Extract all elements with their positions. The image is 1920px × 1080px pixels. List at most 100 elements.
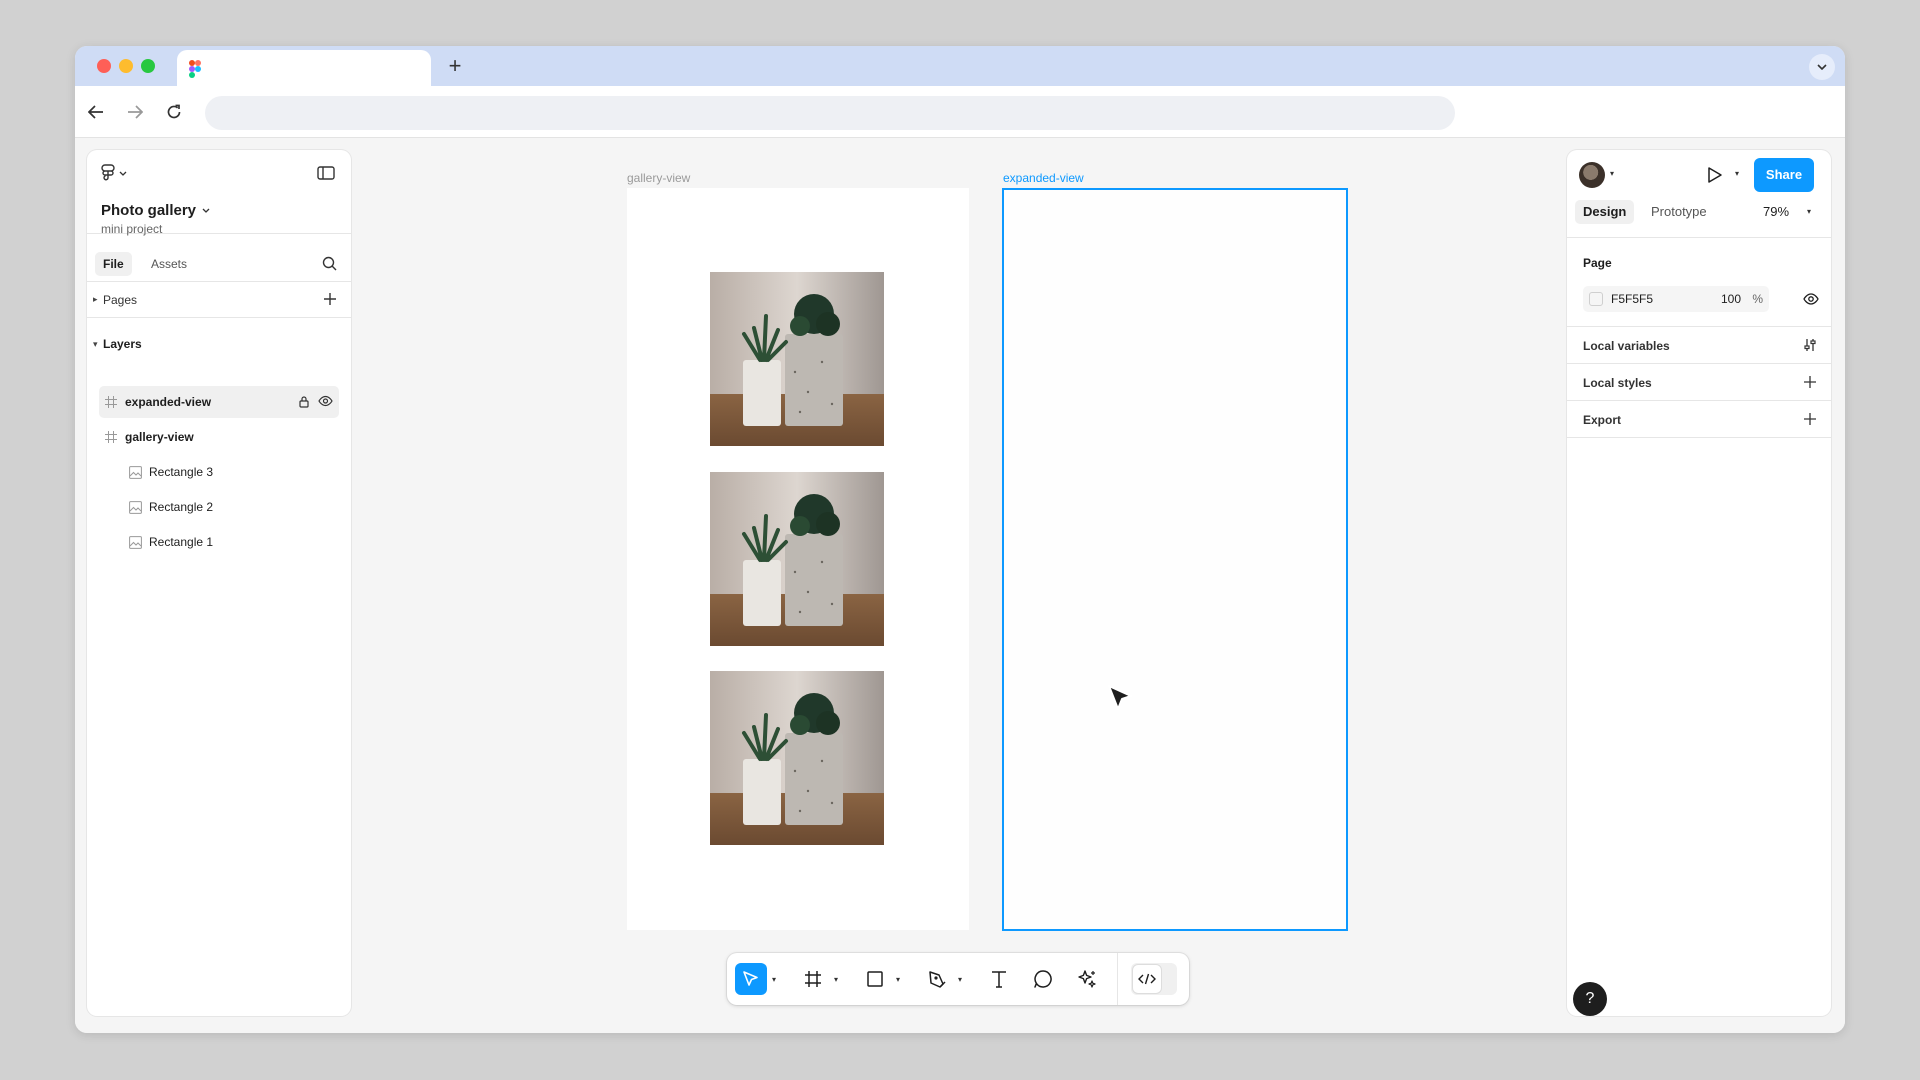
file-header: Photo gallery mini project [87, 150, 351, 236]
arrow-right-icon [128, 105, 143, 119]
dev-mode-toggle[interactable] [1131, 963, 1177, 995]
design-canvas[interactable]: Photo gallery mini project File Assets ▸… [75, 138, 1845, 1033]
search-icon [322, 256, 337, 271]
main-menu-button[interactable] [101, 164, 127, 182]
figma-logo-icon [189, 60, 201, 78]
frame-tool-button[interactable] [797, 963, 829, 995]
layer-rectangle-3[interactable]: Rectangle 3 [99, 456, 339, 488]
chevron-down-icon: ▾ [93, 338, 98, 349]
export-section[interactable]: Export [1567, 400, 1831, 437]
lock-icon[interactable] [298, 395, 310, 408]
open-variables-button[interactable] [1803, 338, 1817, 355]
pages-section[interactable]: ▸ Pages [87, 282, 351, 318]
project-subtitle: mini project [101, 222, 163, 236]
text-icon [992, 971, 1006, 988]
chevron-down-icon[interactable]: ▾ [1735, 169, 1739, 178]
rectangle-1-image[interactable] [710, 671, 884, 845]
reload-button[interactable] [161, 99, 187, 125]
layer-rectangle-1[interactable]: Rectangle 1 [99, 526, 339, 558]
close-window-button[interactable] [97, 59, 111, 73]
page-opacity-value[interactable]: 100 [1721, 292, 1741, 306]
layer-name: gallery-view [125, 430, 194, 444]
section-divider [1567, 437, 1831, 474]
move-tool-chevron[interactable]: ▾ [769, 975, 779, 985]
plus-icon [324, 293, 336, 305]
toggle-sidebar-button[interactable] [317, 166, 335, 185]
share-button[interactable]: Share [1754, 158, 1814, 192]
frame-gallery-view[interactable] [627, 188, 969, 930]
frame-label-expanded-view[interactable]: expanded-view [1003, 171, 1084, 185]
reload-icon [167, 104, 181, 119]
tab-assets[interactable]: Assets [143, 252, 195, 276]
chevron-down-icon [1817, 64, 1827, 70]
frame-icon [105, 396, 117, 408]
rectangle-icon [867, 971, 883, 987]
avatar[interactable] [1579, 162, 1605, 188]
browser-tab-bar: + [75, 46, 1845, 86]
layer-name: Rectangle 1 [149, 535, 214, 549]
help-button[interactable]: ? [1573, 982, 1607, 1016]
frame-icon [105, 431, 117, 443]
maximize-window-button[interactable] [141, 59, 155, 73]
layer-name: Rectangle 2 [149, 500, 214, 514]
move-tool-button[interactable] [735, 963, 767, 995]
ai-actions-button[interactable] [1071, 963, 1103, 995]
rectangle-2-image[interactable] [710, 472, 884, 646]
rectangle-3-image[interactable] [710, 272, 884, 446]
browser-window: + Photo gallery mini project File Assets… [75, 46, 1845, 1033]
layers-section[interactable]: ▾ Layers [87, 326, 351, 362]
layers-panel: Photo gallery mini project File Assets ▸… [87, 150, 351, 1016]
properties-panel: ▾ ▾ Share Design Prototype 79% ▾ Page F5… [1567, 150, 1831, 1016]
export-label: Export [1583, 413, 1622, 427]
add-page-button[interactable] [323, 292, 337, 309]
eye-icon[interactable] [318, 395, 333, 407]
add-export-button[interactable] [1803, 412, 1817, 429]
tab-design[interactable]: Design [1575, 200, 1635, 224]
shape-tool-chevron[interactable]: ▾ [893, 975, 903, 985]
zoom-level[interactable]: 79% [1763, 204, 1789, 219]
minimize-window-button[interactable] [119, 59, 133, 73]
pen-tool-button[interactable] [921, 963, 953, 995]
sparkle-icon [1078, 970, 1096, 988]
tab-prototype[interactable]: Prototype [1643, 200, 1715, 224]
layer-name: Rectangle 3 [149, 465, 214, 479]
present-button[interactable] [1707, 166, 1723, 189]
layer-expanded-view[interactable]: expanded-view [99, 386, 339, 418]
forward-button[interactable] [122, 99, 148, 125]
color-swatch[interactable] [1589, 292, 1603, 306]
layer-rectangle-2[interactable]: Rectangle 2 [99, 491, 339, 523]
mouse-cursor-icon [1108, 685, 1132, 710]
layer-gallery-view[interactable]: gallery-view [99, 421, 339, 453]
code-icon [1138, 973, 1156, 985]
chevron-down-icon[interactable]: ▾ [1610, 169, 1614, 178]
pages-label: Pages [103, 292, 138, 307]
tab-menu-button[interactable] [1809, 54, 1835, 80]
browser-tab[interactable] [177, 50, 431, 86]
page-visibility-button[interactable] [1803, 292, 1819, 310]
page-section-title: Page [1583, 256, 1612, 270]
add-style-button[interactable] [1803, 375, 1817, 392]
page-opacity-field[interactable]: 100 % [1715, 286, 1769, 312]
shape-tool-button[interactable] [859, 963, 891, 995]
local-styles-section[interactable]: Local styles [1567, 363, 1831, 400]
pen-tool-chevron[interactable]: ▾ [955, 975, 965, 985]
tab-file[interactable]: File [95, 252, 132, 276]
address-bar[interactable] [205, 96, 1455, 130]
frame-expanded-view[interactable] [1002, 188, 1348, 931]
arrow-left-icon [88, 105, 103, 119]
project-title[interactable]: Photo gallery [101, 202, 210, 219]
chevron-down-icon[interactable]: ▾ [1807, 207, 1811, 216]
plus-icon [1804, 376, 1816, 388]
sidebar-icon [317, 166, 335, 180]
comment-tool-button[interactable] [1027, 963, 1059, 995]
frame-tool-chevron[interactable]: ▾ [831, 975, 841, 985]
page-color-hex[interactable]: F5F5F5 [1611, 292, 1653, 306]
search-layers-button[interactable] [322, 256, 337, 276]
back-button[interactable] [83, 99, 109, 125]
new-tab-button[interactable]: + [442, 53, 468, 79]
bottom-toolbar: ▾ ▾ ▾ ▾ [727, 953, 1189, 1005]
text-tool-button[interactable] [983, 963, 1015, 995]
local-variables-label: Local variables [1583, 339, 1670, 353]
local-variables-section[interactable]: Local variables [1567, 326, 1831, 363]
frame-label-gallery-view[interactable]: gallery-view [627, 171, 690, 185]
